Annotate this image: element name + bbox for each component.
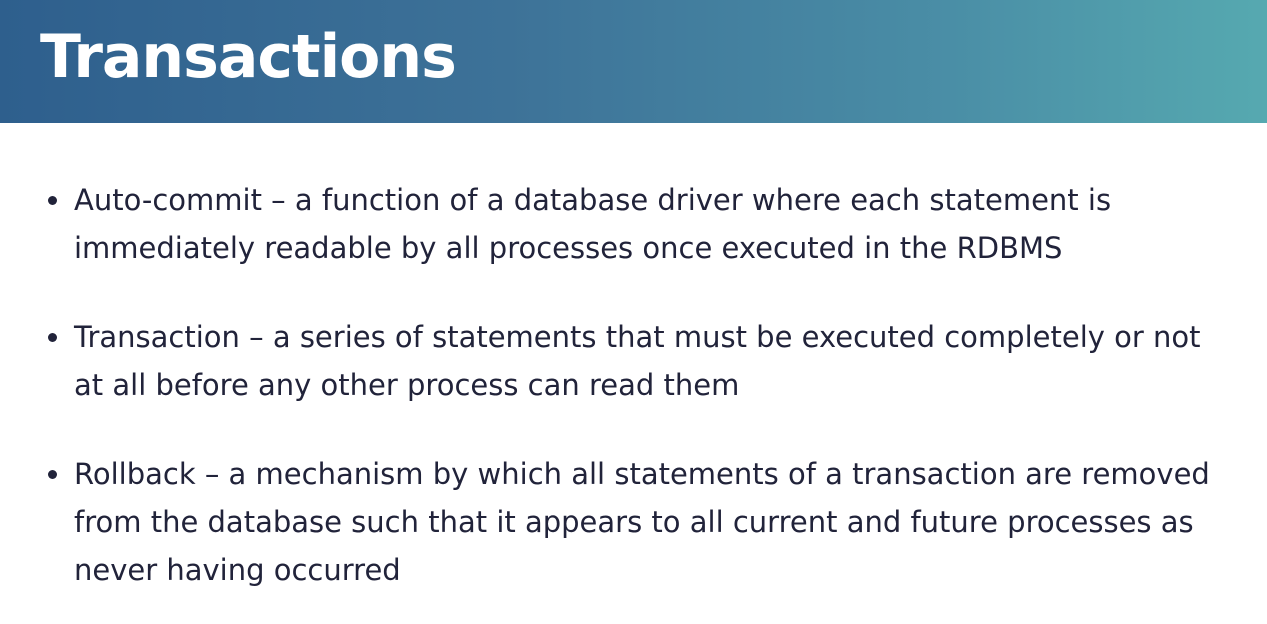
bullet-list: Auto-commit – a function of a database d… [48, 176, 1248, 594]
bullet-line: Auto-commit – a function of a database d… [74, 183, 1112, 217]
bullet-text: Transaction – a series of statements tha… [74, 313, 1248, 409]
bullet-line: Transaction – a series of statements tha… [74, 320, 1201, 354]
bullet-item-rollback: Rollback – a mechanism by which all stat… [48, 450, 1248, 594]
bullet-line: immediately readable by all processes on… [74, 231, 1063, 265]
title-bar: Transactions [0, 0, 1267, 123]
bullet-text: Auto-commit – a function of a database d… [74, 176, 1248, 272]
bullet-item-auto-commit: Auto-commit – a function of a database d… [48, 176, 1248, 272]
bullet-line: at all before any other process can read… [74, 368, 740, 402]
bullet-dot-icon [48, 470, 57, 479]
bullet-item-transaction: Transaction – a series of statements tha… [48, 313, 1248, 409]
bullet-line: from the database such that it appears t… [74, 505, 1194, 539]
bullet-dot-icon [48, 196, 57, 205]
bullet-line: never having occurred [74, 553, 401, 587]
bullet-text: Rollback – a mechanism by which all stat… [74, 450, 1248, 594]
bullet-dot-icon [48, 333, 57, 342]
bullet-line: Rollback – a mechanism by which all stat… [74, 457, 1210, 491]
slide-title: Transactions [40, 22, 457, 92]
slide: Transactions Auto-commit – a function of… [0, 0, 1267, 624]
